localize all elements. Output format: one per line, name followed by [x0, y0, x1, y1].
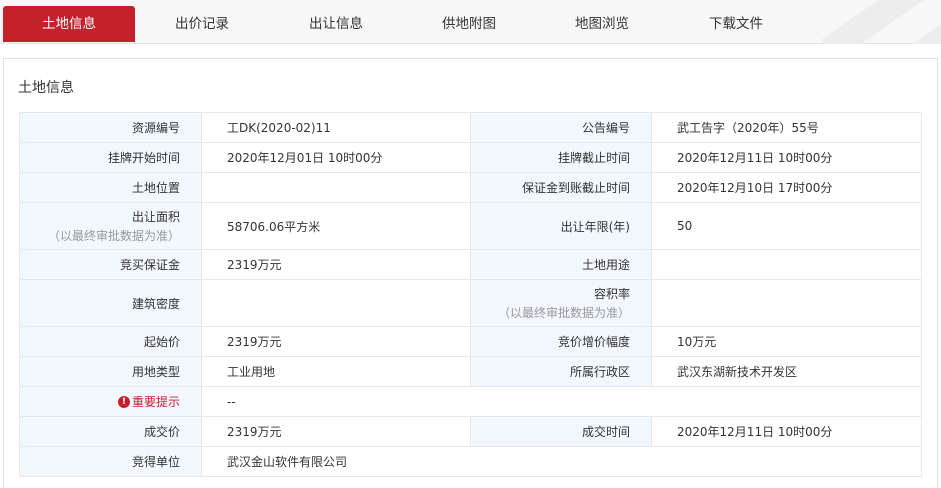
table-row: 建筑密度 容积率 （以最终审批数据为准）	[19, 279, 922, 327]
label-announcement-number: 公告编号	[470, 112, 652, 143]
table-row: 土地位置 保证金到账截止时间 2020年12月10日 17时00分	[19, 172, 922, 203]
label-land-location: 土地位置	[19, 172, 202, 203]
value-transfer-years: 50	[651, 202, 922, 250]
table-row: 起始价 2319万元 竞价增价幅度 10万元	[19, 326, 922, 357]
value-building-density	[201, 279, 471, 327]
label-admin-district: 所属行政区	[470, 356, 652, 387]
tab-download-files[interactable]: 下载文件	[670, 6, 802, 42]
table-row: 成交价 2319万元 成交时间 2020年12月11日 10时00分	[19, 416, 922, 447]
value-deal-time: 2020年12月11日 10时00分	[651, 416, 922, 447]
label-transfer-area-note: （以最终审批数据为准）	[47, 229, 180, 243]
label-winning-bidder: 竞得单位	[19, 446, 202, 477]
label-deal-price: 成交价	[19, 416, 202, 447]
land-info-panel: 土地信息 资源编号 工DK(2020-02)11 公告编号 武工告字（2020年…	[3, 58, 938, 488]
table-row: 用地类型 工业用地 所属行政区 武汉东湖新技术开发区	[19, 356, 922, 387]
tab-bid-records[interactable]: 出价记录	[136, 6, 268, 42]
value-starting-price: 2319万元	[201, 326, 471, 357]
tab-land-info[interactable]: 土地信息	[3, 6, 135, 42]
table-row: 竞买保证金 2319万元 土地用途	[19, 249, 922, 280]
tab-bar-decoration	[791, 0, 941, 44]
label-plot-ratio-note: （以最终审批数据为准）	[497, 306, 630, 320]
tab-map-browse[interactable]: 地图浏览	[536, 6, 668, 42]
label-listing-start: 挂牌开始时间	[19, 142, 202, 173]
value-resource-number: 工DK(2020-02)11	[201, 112, 471, 143]
value-announcement-number: 武工告字（2020年）55号	[651, 112, 922, 143]
table-row: 出让面积 （以最终审批数据为准） 58706.06平方米 出让年限(年) 50	[19, 202, 922, 250]
label-listing-end: 挂牌截止时间	[470, 142, 652, 173]
value-listing-start: 2020年12月01日 10时00分	[201, 142, 471, 173]
important-notice-text: 重要提示	[131, 395, 180, 410]
label-transfer-area-text: 出让面积	[131, 210, 180, 224]
label-resource-number: 资源编号	[19, 112, 202, 143]
exclamation-circle-icon: !	[117, 395, 130, 408]
value-land-use	[651, 249, 922, 280]
label-starting-price: 起始价	[19, 326, 202, 357]
label-building-density: 建筑密度	[19, 279, 202, 327]
value-deal-price: 2319万元	[201, 416, 471, 447]
value-land-location	[201, 172, 471, 203]
land-info-table: 资源编号 工DK(2020-02)11 公告编号 武工告字（2020年）55号 …	[19, 112, 922, 477]
value-important-notice: --	[201, 386, 922, 417]
label-deposit-deadline: 保证金到账截止时间	[470, 172, 652, 203]
value-transfer-area: 58706.06平方米	[201, 202, 471, 250]
panel-title: 土地信息	[18, 80, 74, 96]
value-bid-increment: 10万元	[651, 326, 922, 357]
value-admin-district: 武汉东湖新技术开发区	[651, 356, 922, 387]
label-important-notice: ! 重要提示	[19, 386, 202, 417]
value-listing-end: 2020年12月11日 10时00分	[651, 142, 922, 173]
tab-bar: 土地信息 出价记录 出让信息 供地附图 地图浏览 下载文件	[0, 0, 941, 44]
value-winning-bidder: 武汉金山软件有限公司	[201, 446, 922, 477]
label-plot-ratio: 容积率 （以最终审批数据为准）	[470, 279, 652, 327]
label-bid-deposit: 竞买保证金	[19, 249, 202, 280]
label-land-use: 土地用途	[470, 249, 652, 280]
label-transfer-area: 出让面积 （以最终审批数据为准）	[19, 202, 202, 250]
label-land-type: 用地类型	[19, 356, 202, 387]
value-bid-deposit: 2319万元	[201, 249, 471, 280]
value-plot-ratio	[651, 279, 922, 327]
label-plot-ratio-text: 容积率	[593, 287, 630, 301]
value-land-type: 工业用地	[201, 356, 471, 387]
value-deposit-deadline: 2020年12月10日 17时00分	[651, 172, 922, 203]
table-row: 挂牌开始时间 2020年12月01日 10时00分 挂牌截止时间 2020年12…	[19, 142, 922, 173]
table-row: 竞得单位 武汉金山软件有限公司	[19, 446, 922, 477]
label-bid-increment: 竞价增价幅度	[470, 326, 652, 357]
tab-land-map-attachment[interactable]: 供地附图	[403, 6, 535, 42]
important-notice-link[interactable]: ! 重要提示	[117, 393, 180, 410]
label-deal-time: 成交时间	[470, 416, 652, 447]
label-transfer-years: 出让年限(年)	[470, 202, 652, 250]
table-row: ! 重要提示 --	[19, 386, 922, 417]
tab-transfer-info[interactable]: 出让信息	[270, 6, 402, 42]
table-row: 资源编号 工DK(2020-02)11 公告编号 武工告字（2020年）55号	[19, 112, 922, 143]
